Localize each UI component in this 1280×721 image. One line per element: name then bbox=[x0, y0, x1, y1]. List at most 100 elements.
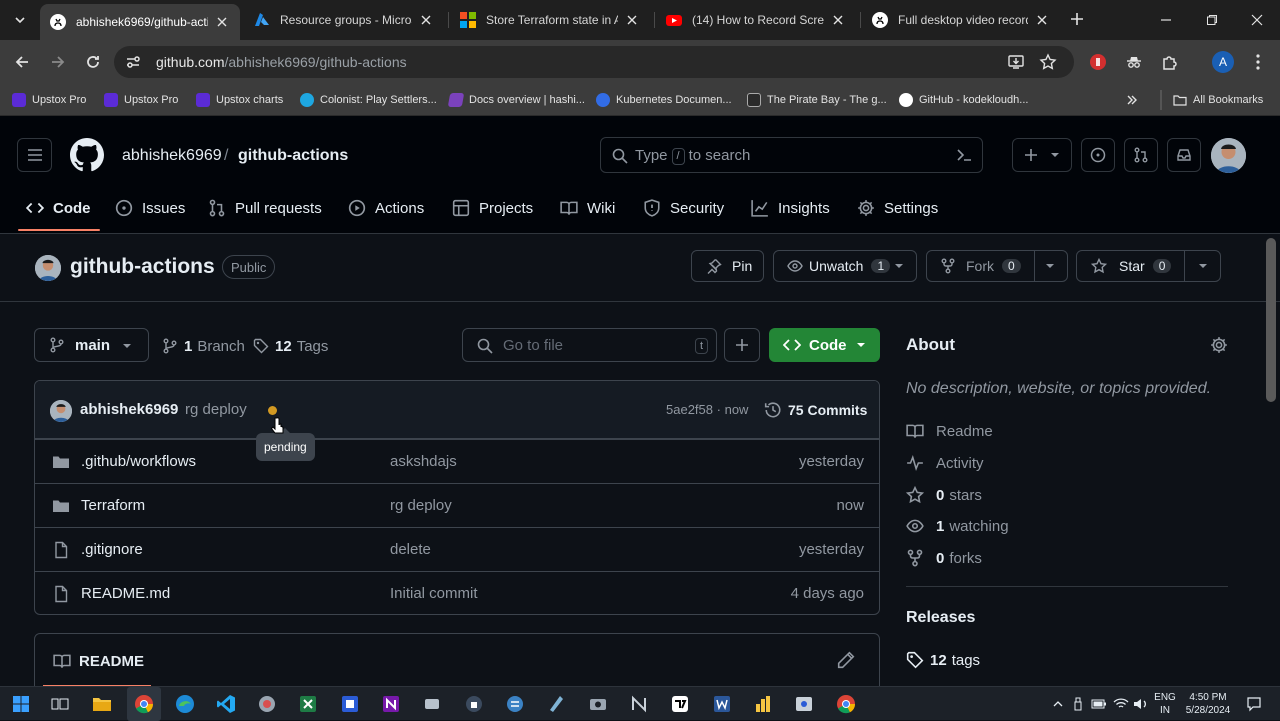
commit-author-avatar[interactable] bbox=[50, 400, 72, 422]
extensions-puzzle-icon[interactable] bbox=[1156, 48, 1184, 76]
tab-actions[interactable]: Actions bbox=[348, 196, 424, 220]
camera-icon[interactable] bbox=[587, 693, 609, 715]
user-avatar[interactable] bbox=[1211, 138, 1246, 173]
tab-security[interactable]: Security bbox=[643, 196, 724, 220]
file-commit-message[interactable]: delete bbox=[390, 541, 431, 558]
chevron-down-icon[interactable] bbox=[1198, 261, 1208, 271]
close-tab-icon[interactable] bbox=[418, 12, 434, 28]
restore-window-icon[interactable] bbox=[1189, 0, 1235, 40]
go-to-file-input[interactable]: Go to file t bbox=[462, 328, 717, 362]
tab-settings[interactable]: Settings bbox=[857, 196, 938, 220]
forward-arrow-icon[interactable] bbox=[44, 48, 72, 76]
bookmark-github-kodekloud[interactable]: GitHub - kodekloudh... bbox=[899, 91, 1028, 109]
browser-tab-microsoft[interactable]: Store Terraform state in Azu bbox=[450, 4, 650, 36]
browser-tab-azure[interactable]: Resource groups - Microsof bbox=[244, 4, 444, 36]
file-commit-message[interactable]: rg deploy bbox=[390, 497, 452, 514]
repo-owner-link[interactable]: abhishek6969 bbox=[122, 147, 222, 165]
chevron-down-icon[interactable] bbox=[1045, 261, 1055, 271]
code-dropdown-button[interactable]: Code bbox=[769, 328, 880, 362]
pin-button[interactable]: Pin bbox=[691, 250, 764, 282]
tab-projects[interactable]: Projects bbox=[452, 196, 533, 220]
task-view-icon[interactable] bbox=[49, 693, 71, 715]
file-name[interactable]: .gitignore bbox=[81, 541, 143, 558]
app-icon[interactable] bbox=[793, 693, 815, 715]
stars-link[interactable]: 0 stars bbox=[906, 485, 982, 505]
forks-link[interactable]: 0 forks bbox=[906, 548, 982, 568]
tab-code[interactable]: Code bbox=[26, 196, 91, 220]
bookmark-hashicorp-docs[interactable]: Docs overview | hashi... bbox=[447, 91, 585, 109]
browser-tab-github[interactable]: abhishek6969/github-actio bbox=[40, 4, 240, 40]
edit-pencil-icon[interactable] bbox=[837, 651, 855, 669]
unwatch-button[interactable]: Unwatch 1 bbox=[773, 250, 917, 282]
app-icon[interactable] bbox=[421, 693, 443, 715]
install-app-icon[interactable] bbox=[1007, 53, 1025, 71]
fork-button[interactable]: Fork 0 bbox=[926, 250, 1068, 282]
wifi-icon[interactable] bbox=[1112, 693, 1130, 715]
hamburger-menu-button[interactable] bbox=[17, 138, 52, 172]
file-commit-message[interactable]: Initial commit bbox=[390, 585, 478, 602]
input-language[interactable]: ENG IN bbox=[1152, 691, 1178, 717]
more-bookmarks-chevron-icon[interactable] bbox=[1126, 91, 1138, 109]
bookmark-kubernetes[interactable]: Kubernetes Documen... bbox=[596, 91, 732, 109]
page-scrollbar[interactable] bbox=[1266, 238, 1276, 402]
extension-spy-icon[interactable] bbox=[1120, 48, 1148, 76]
browser-menu-icon[interactable] bbox=[1244, 48, 1272, 76]
repo-owner-avatar[interactable] bbox=[35, 255, 61, 281]
command-palette-icon[interactable] bbox=[956, 147, 972, 163]
readme-link[interactable]: Readme bbox=[906, 421, 993, 441]
release-tags-link[interactable]: 12 tags bbox=[906, 650, 980, 670]
create-new-button[interactable] bbox=[1012, 138, 1072, 172]
app-icon[interactable] bbox=[545, 693, 567, 715]
word-icon[interactable] bbox=[711, 693, 733, 715]
browser-tab-github-2[interactable]: Full desktop video recordin bbox=[862, 4, 1060, 36]
volume-icon[interactable] bbox=[1132, 693, 1150, 715]
about-settings-gear-icon[interactable] bbox=[1210, 336, 1228, 354]
close-window-icon[interactable] bbox=[1234, 0, 1280, 40]
tab-search-button[interactable] bbox=[8, 8, 32, 32]
commits-link[interactable]: 75 Commits bbox=[764, 401, 867, 419]
file-row[interactable]: .github/workflows askshdajs yesterday bbox=[35, 439, 879, 483]
tab-wiki[interactable]: Wiki bbox=[560, 196, 615, 220]
file-explorer-icon[interactable] bbox=[91, 693, 113, 715]
bookmark-upstox-pro[interactable]: Upstox Pro bbox=[12, 91, 86, 109]
issues-header-button[interactable] bbox=[1081, 138, 1115, 172]
file-row[interactable]: README.md Initial commit 4 days ago bbox=[35, 571, 879, 614]
address-bar[interactable]: github.com/abhishek6969/github-actions bbox=[114, 46, 1074, 78]
app-icon[interactable] bbox=[752, 693, 774, 715]
site-info-icon[interactable] bbox=[124, 53, 142, 71]
file-name[interactable]: .github/workflows bbox=[81, 453, 196, 470]
app-icon[interactable] bbox=[628, 693, 650, 715]
repo-title[interactable]: github-actions bbox=[70, 255, 215, 279]
file-commit-message[interactable]: askshdajs bbox=[390, 453, 457, 470]
app-icon[interactable] bbox=[463, 693, 485, 715]
browser-tab-youtube[interactable]: (14) How to Record Screen bbox=[656, 4, 856, 36]
windows-start-icon[interactable] bbox=[10, 693, 32, 715]
minimize-window-icon[interactable] bbox=[1143, 0, 1189, 40]
file-name[interactable]: README.md bbox=[81, 585, 170, 602]
pull-requests-header-button[interactable] bbox=[1124, 138, 1158, 172]
file-name[interactable]: Terraform bbox=[81, 497, 145, 514]
releases-heading[interactable]: Releases bbox=[906, 609, 975, 627]
chrome-icon[interactable] bbox=[133, 693, 155, 715]
excel-icon[interactable] bbox=[297, 693, 319, 715]
app-icon[interactable] bbox=[256, 693, 278, 715]
tags-link[interactable]: 12 Tags bbox=[253, 335, 328, 357]
profile-avatar[interactable]: A bbox=[1212, 51, 1234, 73]
global-search-input[interactable]: Type / to search bbox=[600, 137, 983, 173]
close-tab-icon[interactable] bbox=[830, 12, 846, 28]
notifications-icon[interactable] bbox=[1243, 693, 1265, 715]
usb-icon[interactable] bbox=[1070, 693, 1086, 715]
bookmark-star-icon[interactable] bbox=[1039, 53, 1057, 71]
close-tab-icon[interactable] bbox=[1034, 12, 1050, 28]
watchers-link[interactable]: 1 watching bbox=[906, 516, 1009, 536]
onenote-icon[interactable] bbox=[380, 693, 402, 715]
app-icon[interactable] bbox=[339, 693, 361, 715]
tradingview-icon[interactable] bbox=[669, 693, 691, 715]
tab-pull-requests[interactable]: Pull requests bbox=[208, 196, 322, 220]
battery-icon[interactable] bbox=[1090, 693, 1108, 715]
bookmark-upstox-charts[interactable]: Upstox charts bbox=[196, 91, 283, 109]
tray-chevron-up-icon[interactable] bbox=[1050, 693, 1066, 715]
bookmark-colonist[interactable]: Colonist: Play Settlers... bbox=[300, 91, 437, 109]
star-button[interactable]: Star 0 bbox=[1076, 250, 1221, 282]
tab-issues[interactable]: Issues bbox=[115, 196, 185, 220]
